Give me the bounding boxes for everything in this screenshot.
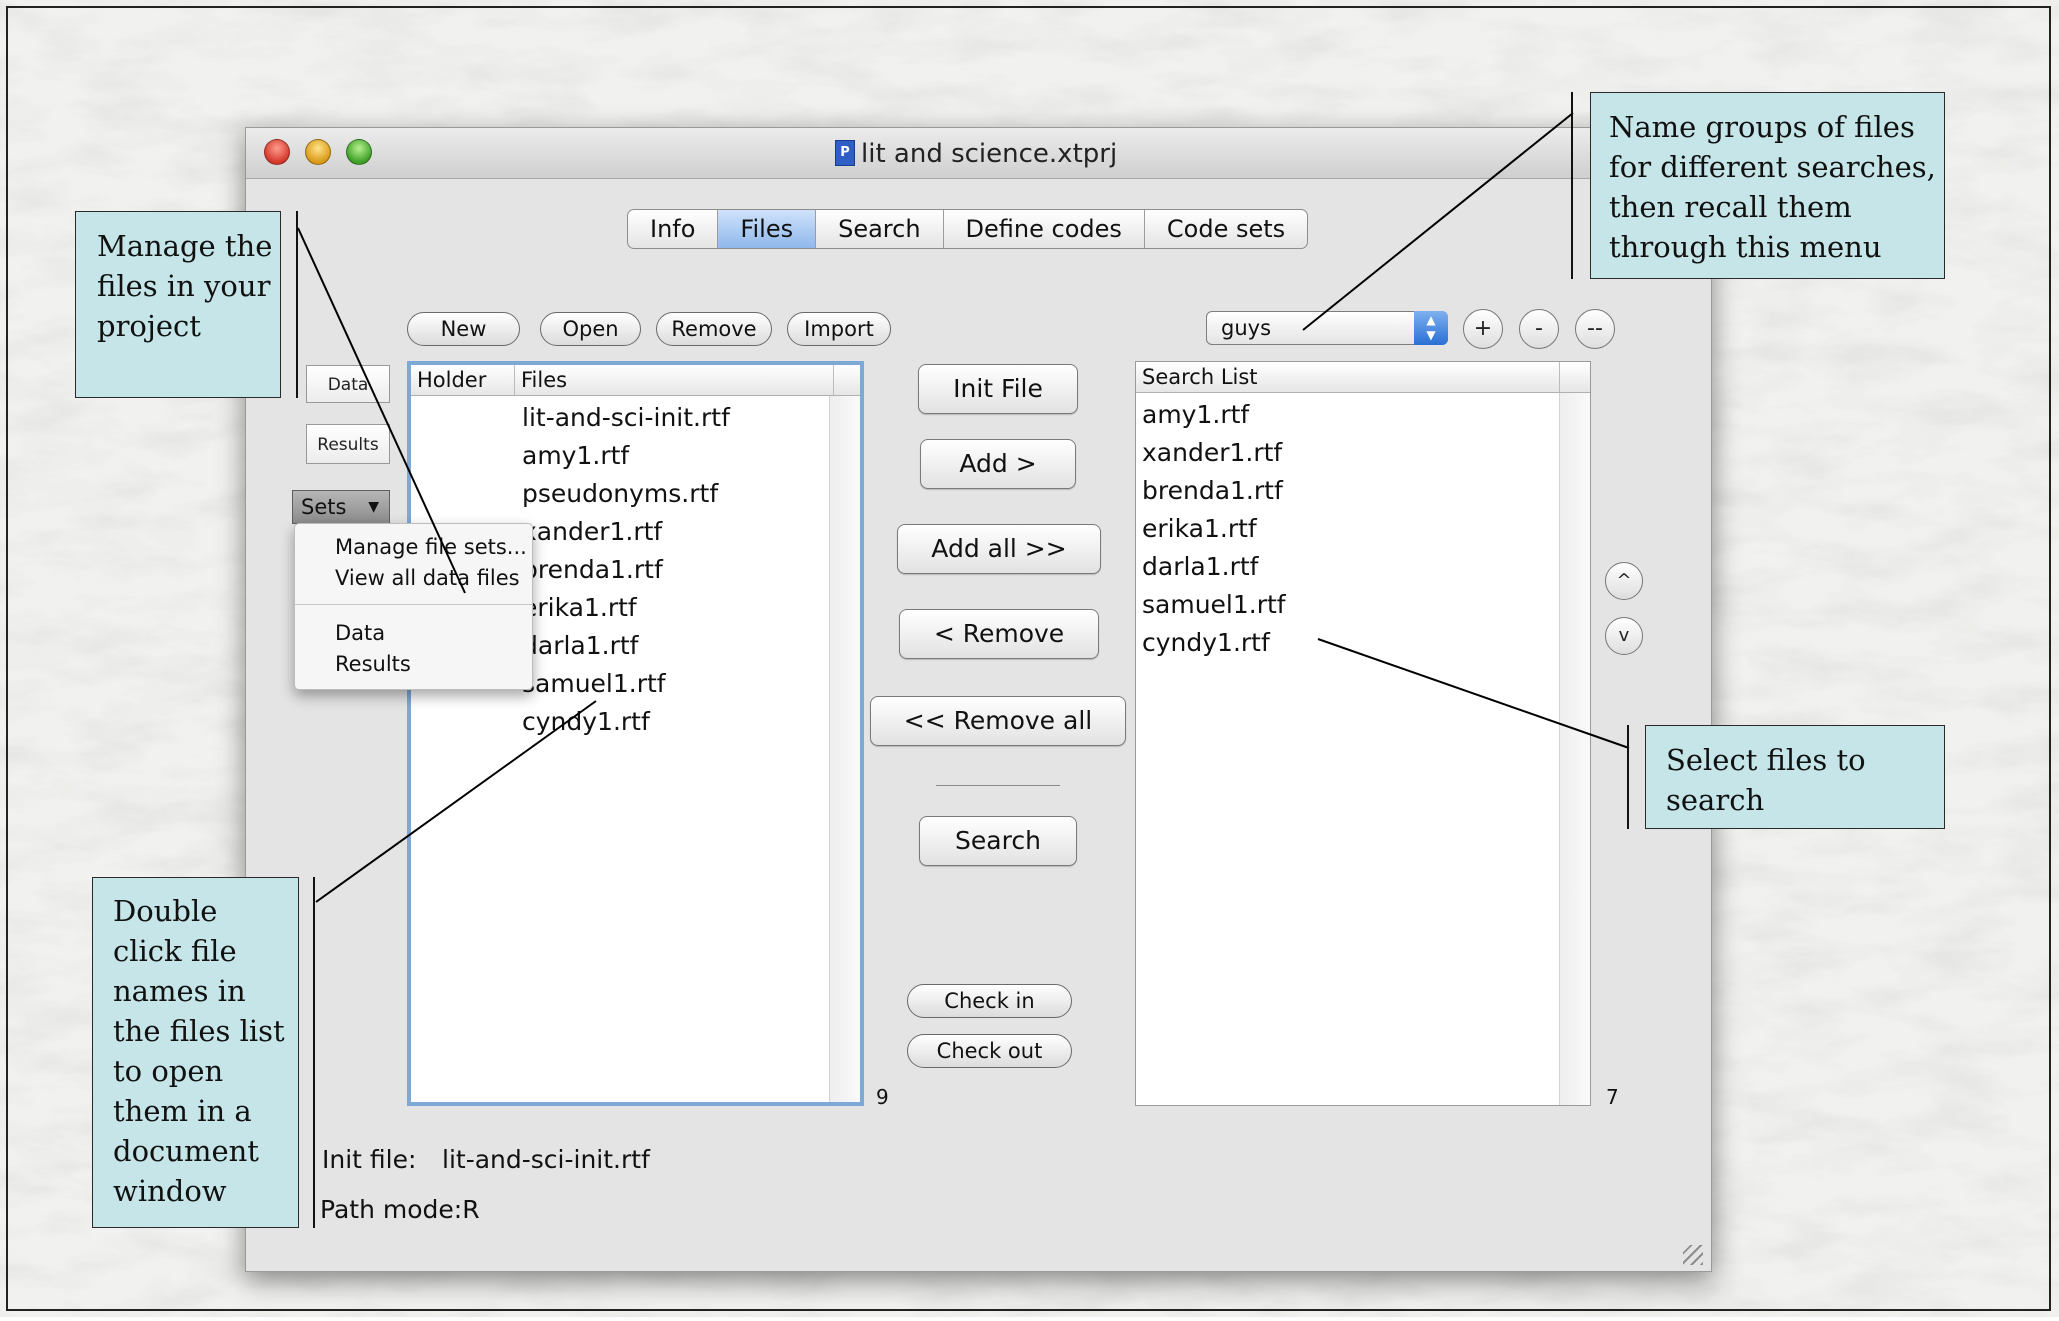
callout-bracket (313, 877, 315, 1228)
callout-name-groups: Name groups of files for different searc… (1590, 92, 1945, 279)
callout-line: Select files to (1666, 743, 1866, 777)
callout-bracket (1571, 92, 1573, 279)
callout-line: for different searches, (1609, 150, 1936, 184)
callout-line: Manage the (97, 229, 273, 263)
callout-bracket (1627, 725, 1629, 829)
callout-line: project (97, 309, 201, 343)
callout-line: files in your (97, 269, 271, 303)
callout-line: Name groups of files (1609, 110, 1915, 144)
callout-line: Double (113, 894, 218, 928)
callout-line: through this menu (1609, 230, 1882, 264)
callout-line: the files list (113, 1014, 285, 1048)
callout-bracket (296, 211, 298, 398)
callout-line: to open (113, 1054, 224, 1088)
leader-double-click (315, 700, 597, 903)
leader-select-files (1317, 638, 1630, 749)
callout-line: click file (113, 934, 237, 968)
callout-line: names in (113, 974, 246, 1008)
leader-manage-files (297, 227, 466, 594)
callout-line: then recall them (1609, 190, 1852, 224)
callout-line: document (113, 1134, 259, 1168)
callout-manage-files: Manage the files in your project (75, 211, 281, 398)
callout-line: search (1666, 783, 1765, 817)
callout-line: them in a (113, 1094, 252, 1128)
callout-line: window (113, 1174, 227, 1208)
callout-double-click: Double click file names in the files lis… (92, 877, 299, 1228)
callout-select-files: Select files to search (1645, 725, 1945, 829)
leader-name-groups (1302, 112, 1574, 331)
